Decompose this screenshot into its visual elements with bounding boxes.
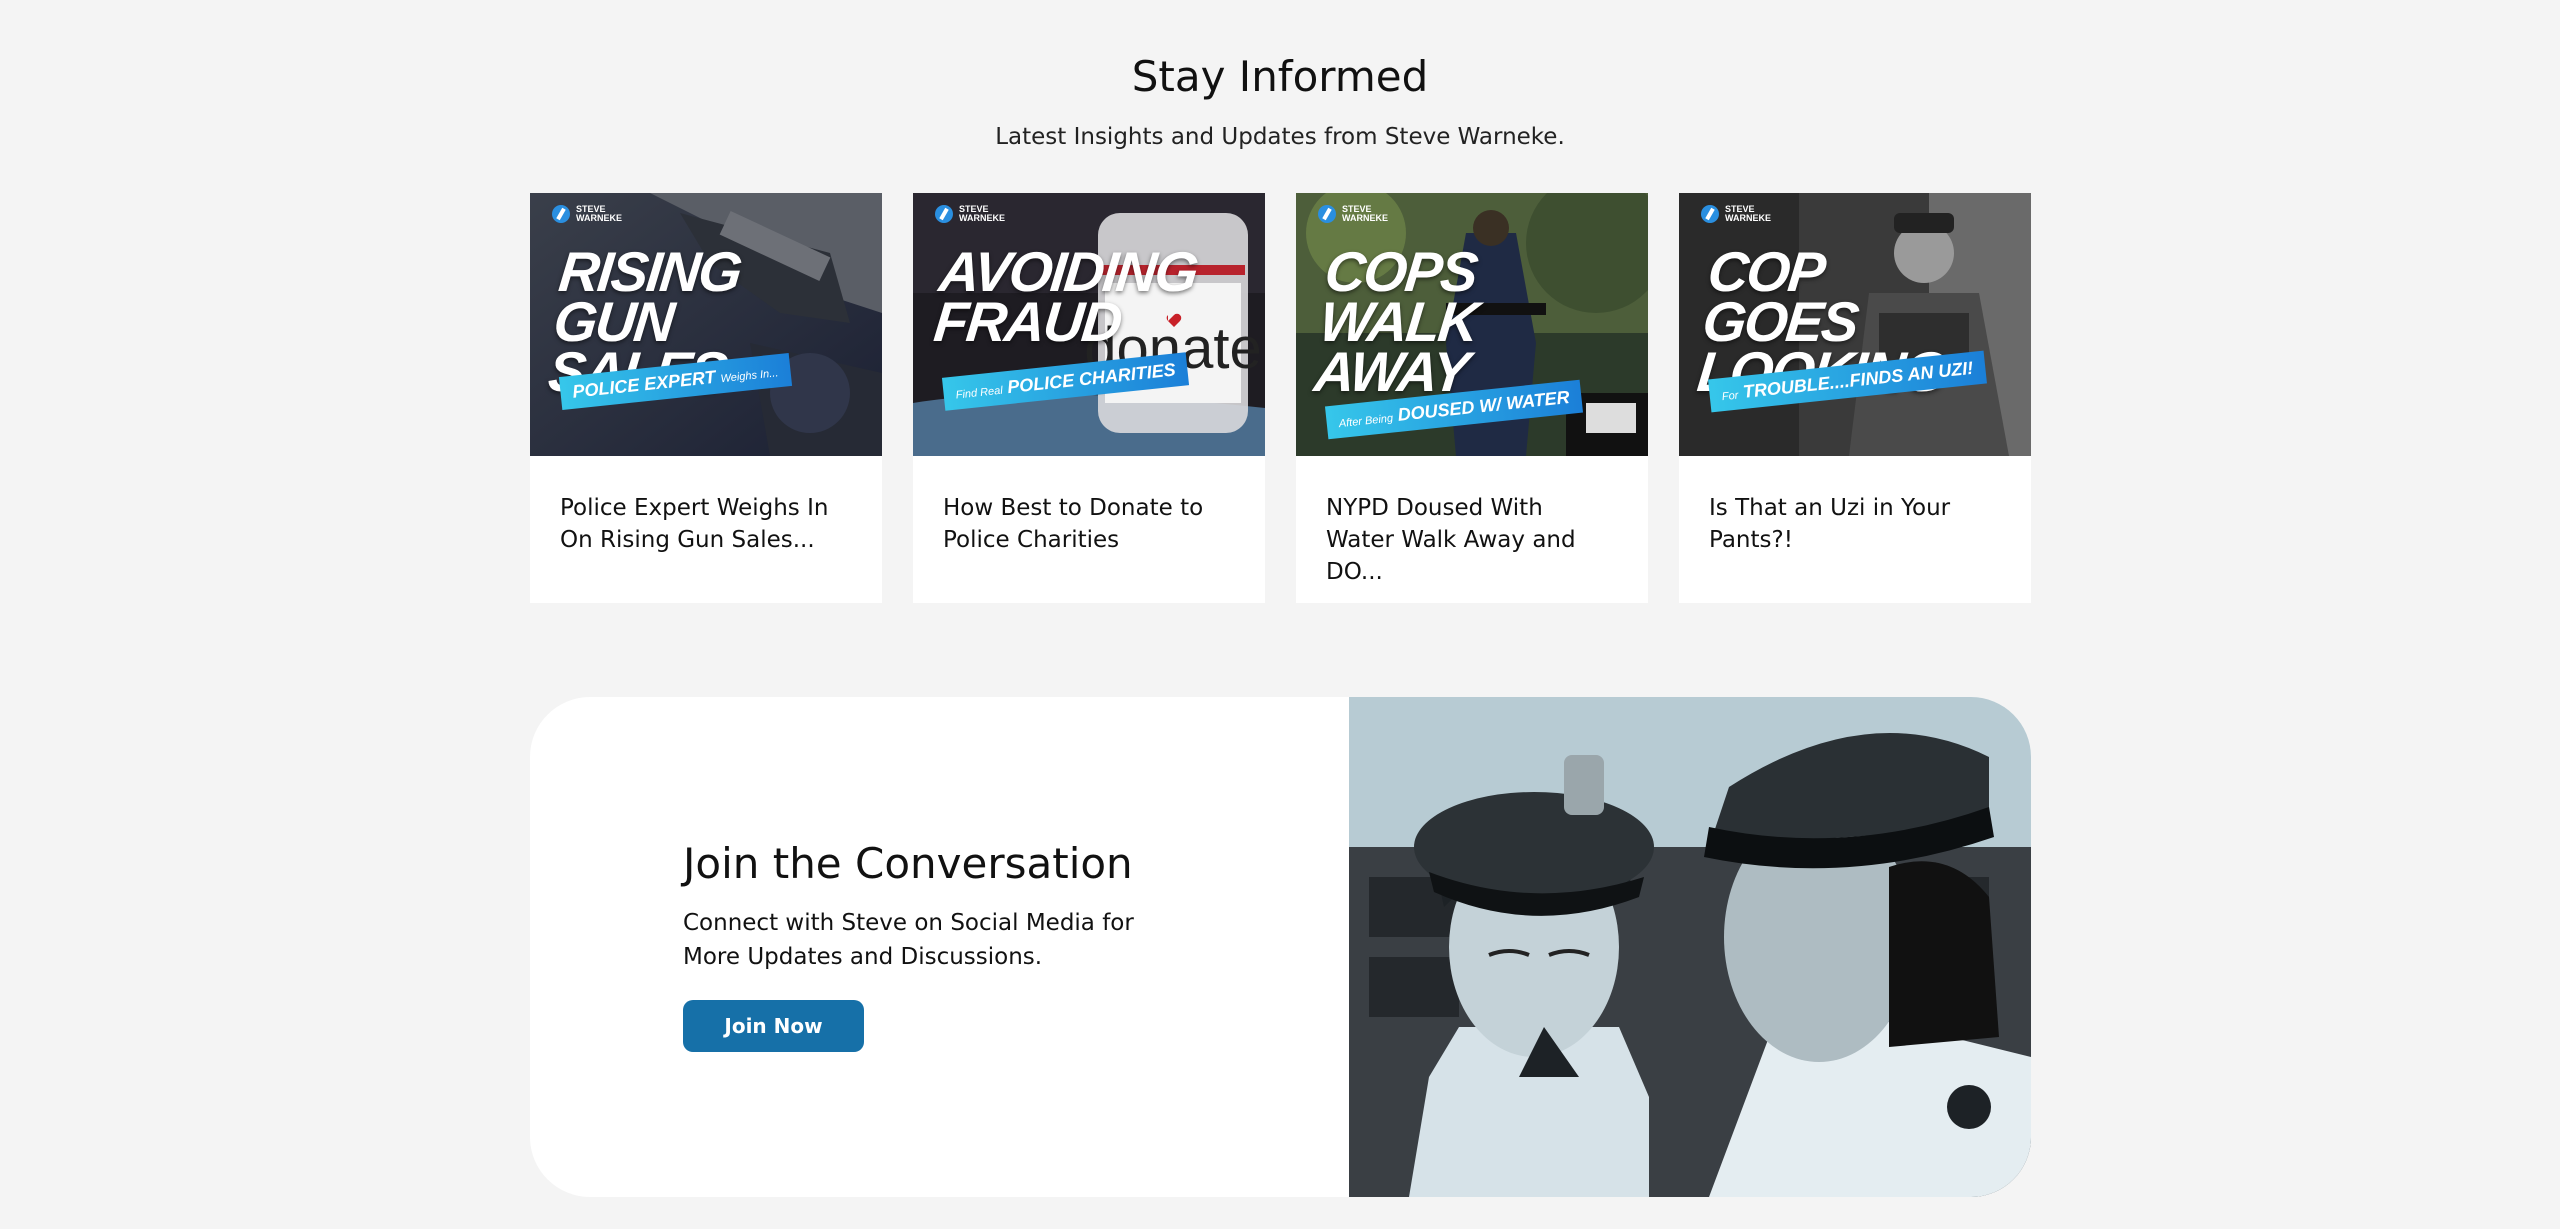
article-thumbnail[interactable]: STEVE WARNEKE COPS WALK AWAY After Being … bbox=[1296, 193, 1648, 456]
article-title[interactable]: Is That an Uzi in Your Pants?! bbox=[1679, 456, 2031, 556]
join-now-button[interactable]: Join Now bbox=[683, 1000, 864, 1052]
article-card-uzi[interactable]: STEVEWARNEKE COP GOES LOOKING For TROUBL… bbox=[1679, 193, 2031, 603]
article-cards: STEVEWARNEKE RISING GUN SALES POLICE EXP… bbox=[530, 193, 2031, 603]
brand-logo: STEVE WARNEKE bbox=[1318, 205, 1402, 223]
join-title: Join the Conversation bbox=[683, 839, 1133, 888]
thumbnail-headline: AVOIDING FRAUD bbox=[931, 240, 1200, 353]
brand-logo: STEVE WARNEKE bbox=[1701, 205, 1785, 223]
brand-mark-icon bbox=[1318, 205, 1336, 223]
thumbnail-headline: COPS WALK AWAY bbox=[1311, 240, 1481, 403]
brand-mark-icon bbox=[935, 205, 953, 223]
article-thumbnail[interactable]: STEVEWARNEKE RISING GUN SALES POLICE EXP… bbox=[530, 193, 882, 456]
brand-mark-icon bbox=[552, 205, 570, 223]
article-thumbnail[interactable]: STEVEWARNEKE COP GOES LOOKING For TROUBL… bbox=[1679, 193, 2031, 456]
brand-logo: STEVE WARNEKE bbox=[935, 205, 1019, 223]
join-text-block: Join the Conversation Connect with Steve… bbox=[683, 839, 1143, 1052]
article-card-donate[interactable]: donate STEVE WARNEKE AVOIDING FRAUD Find … bbox=[913, 193, 1265, 603]
brand-mark-icon bbox=[1701, 205, 1719, 223]
police-officers-illustration bbox=[1349, 697, 2031, 1197]
page-title: Stay Informed bbox=[1131, 52, 1429, 101]
article-thumbnail[interactable]: donate STEVE WARNEKE AVOIDING FRAUD Find … bbox=[913, 193, 1265, 456]
join-conversation-panel: Join the Conversation Connect with Steve… bbox=[530, 697, 2031, 1197]
article-title[interactable]: How Best to Donate to Police Charities bbox=[913, 456, 1265, 556]
brand-logo: STEVE WARNEKE bbox=[552, 205, 636, 223]
article-card-nypd[interactable]: STEVE WARNEKE COPS WALK AWAY After Being … bbox=[1296, 193, 1648, 603]
article-title[interactable]: NYPD Doused With Water Walk Away and DO.… bbox=[1296, 456, 1648, 588]
page-subtitle: Latest Insights and Updates from Steve W… bbox=[995, 124, 1565, 150]
join-description: Connect with Steve on Social Media for M… bbox=[683, 910, 1134, 970]
article-title[interactable]: Police Expert Weighs In On Rising Gun Sa… bbox=[530, 456, 882, 556]
article-card-gun-sales[interactable]: STEVEWARNEKE RISING GUN SALES POLICE EXP… bbox=[530, 193, 882, 603]
